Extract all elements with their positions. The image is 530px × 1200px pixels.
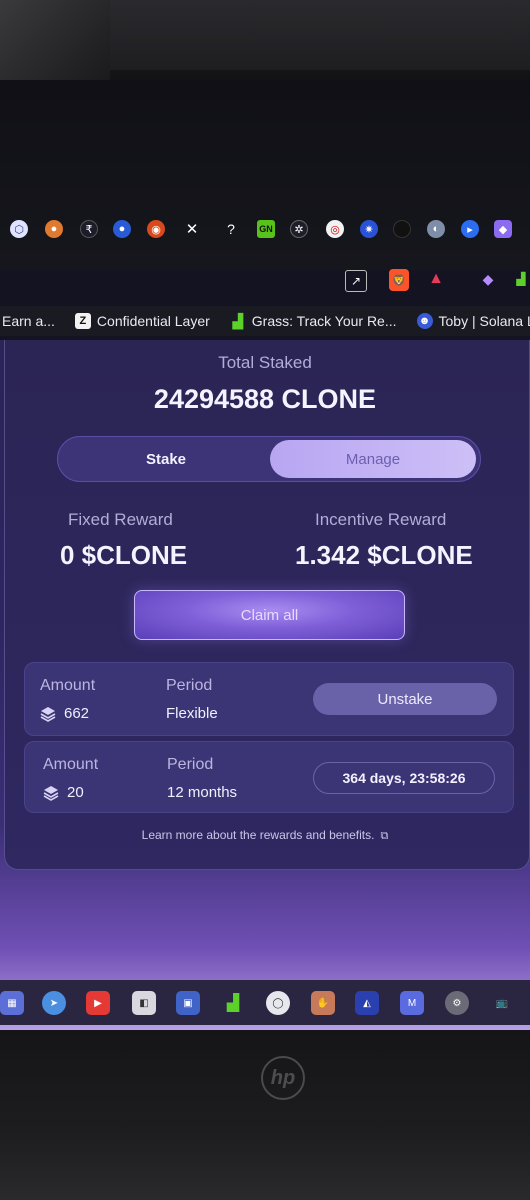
amount-label: Amount [40, 677, 96, 694]
brave-shield-icon[interactable]: 🦁 [389, 269, 409, 291]
external-link-icon: ⧉ [380, 830, 389, 842]
settings-app-icon[interactable]: ⚙ [445, 991, 469, 1015]
bookmark-label: Toby | Solana Liq [438, 313, 530, 329]
period-label: Period [167, 756, 214, 773]
x-extension-icon[interactable]: ✕ [183, 220, 201, 238]
fixed-reward-value: 0 $CLONE [60, 540, 188, 570]
claim-all-button[interactable]: Claim all [134, 590, 405, 640]
stake-position-row: Amount 20 Period 12 months 364 days, 23:… [24, 741, 514, 813]
globe-app-icon[interactable]: ◯ [266, 991, 290, 1015]
bookmark-label: Confidential Layer [96, 313, 210, 329]
photos-app-icon[interactable]: ▣ [176, 991, 200, 1015]
share-icon[interactable]: ↗ [345, 270, 367, 292]
total-staked-value: 24294588 CLONE [153, 384, 377, 414]
laptop-screen: ⬡ ● ₹ ● ◉ ✕ ? GN ✲ ◎ ✷ ◐ ▸ ◆ ↗ 🦁 ▲ ◆ ▟ E… [0, 80, 530, 1030]
amount-label: Amount [43, 756, 99, 773]
period-value: Flexible [166, 705, 218, 722]
cube-app-icon[interactable]: ◧ [132, 991, 156, 1015]
orange-extension-icon[interactable]: ● [45, 220, 63, 238]
r-logo-extension-icon[interactable]: ? [222, 220, 240, 238]
period-value: 12 months [167, 784, 238, 801]
widgets-icon[interactable]: ▦ [0, 991, 24, 1015]
purple-extension-icon[interactable]: ◆ [494, 220, 512, 238]
fixed-reward-label: Fixed Reward [68, 510, 173, 529]
bookmarks-bar: Earn a... Z Confidential Layer ▟ Grass: … [0, 306, 530, 336]
pattern-extension-icon[interactable]: ✲ [290, 220, 308, 238]
tv-app-icon[interactable]: 📺 [490, 991, 514, 1015]
incentive-reward-value: 1.342 $CLONE [295, 540, 473, 570]
toby-icon: ☻ [416, 313, 433, 329]
globe-blue-extension-icon[interactable]: ✷ [360, 220, 378, 238]
green-square-extension-icon[interactable]: GN [257, 220, 275, 238]
r-extension-icon[interactable]: ₹ [80, 220, 98, 238]
unlock-countdown: 364 days, 23:58:26 [313, 762, 495, 794]
edge-like-app-icon[interactable]: ◭ [355, 991, 379, 1015]
amount-value: 662 [40, 705, 89, 722]
target-extension-icon[interactable]: ◎ [326, 220, 344, 238]
total-staked-label: Total Staked [218, 353, 312, 372]
grass-taskbar-icon[interactable]: ▟ [221, 991, 245, 1015]
grass-icon: ▟ [232, 312, 244, 329]
stake-position-row: Amount 662 Period Flexible Unstake [24, 662, 514, 736]
telegram-icon[interactable]: ➤ [42, 991, 66, 1015]
hp-logo: hp [261, 1056, 305, 1100]
bookmark-confidential-layer[interactable]: Z Confidential Layer [65, 313, 220, 329]
hexagon-extension-icon[interactable]: ⬡ [10, 220, 28, 238]
tab-stake[interactable]: Stake [62, 440, 270, 478]
hand-app-icon[interactable]: ✋ [311, 991, 335, 1015]
learn-more-link[interactable]: Learn more about the rewards and benefit… [0, 828, 530, 843]
tab-manage[interactable]: Manage [270, 440, 476, 478]
z-logo-icon: Z [74, 313, 91, 329]
youtube-icon[interactable]: ▶ [86, 991, 110, 1015]
bookmark-label: Grass: Track Your Re... [251, 313, 397, 329]
earth-extension-icon[interactable]: ◐ [427, 220, 445, 238]
amount-value: 20 [43, 784, 84, 801]
browser-chrome [0, 80, 530, 270]
bookmark-grass[interactable]: ▟ Grass: Track Your Re... [220, 312, 407, 330]
amount-number: 662 [64, 705, 90, 722]
stake-manage-toggle: Stake Manage [57, 436, 481, 482]
learn-more-text: Learn more about the rewards and benefit… [141, 828, 375, 842]
bookmark-label: Earn a... [2, 313, 55, 329]
bezel-sheen [110, 0, 530, 70]
incentive-reward-label: Incentive Reward [315, 510, 447, 529]
period-label: Period [166, 677, 213, 694]
bookmark-toby[interactable]: ☻ Toby | Solana Liq [407, 313, 530, 329]
brave-rewards-icon[interactable]: ▲ [426, 269, 446, 289]
blue-extension-icon[interactable]: ● [113, 220, 131, 238]
grass-toolbar-icon[interactable]: ▟ [512, 270, 530, 288]
unstake-button[interactable]: Unstake [313, 683, 497, 715]
amount-number: 20 [67, 784, 84, 801]
red-extension-icon[interactable]: ◉ [147, 220, 165, 238]
dark-extension-icon[interactable] [393, 220, 411, 238]
background-glare [0, 0, 110, 80]
laptop-bottom-bezel [0, 1030, 530, 1200]
wallet-icon[interactable]: ◆ [479, 270, 497, 288]
bookmark-earn[interactable]: Earn a... [0, 313, 65, 329]
laptop-top-bezel [0, 0, 530, 80]
layers-icon [40, 706, 56, 722]
m365-icon[interactable]: M [400, 991, 424, 1015]
layers-icon [43, 785, 59, 801]
play-extension-icon[interactable]: ▸ [461, 220, 479, 238]
staking-page: Total Staked 24294588 CLONE Stake Manage… [0, 340, 530, 1030]
